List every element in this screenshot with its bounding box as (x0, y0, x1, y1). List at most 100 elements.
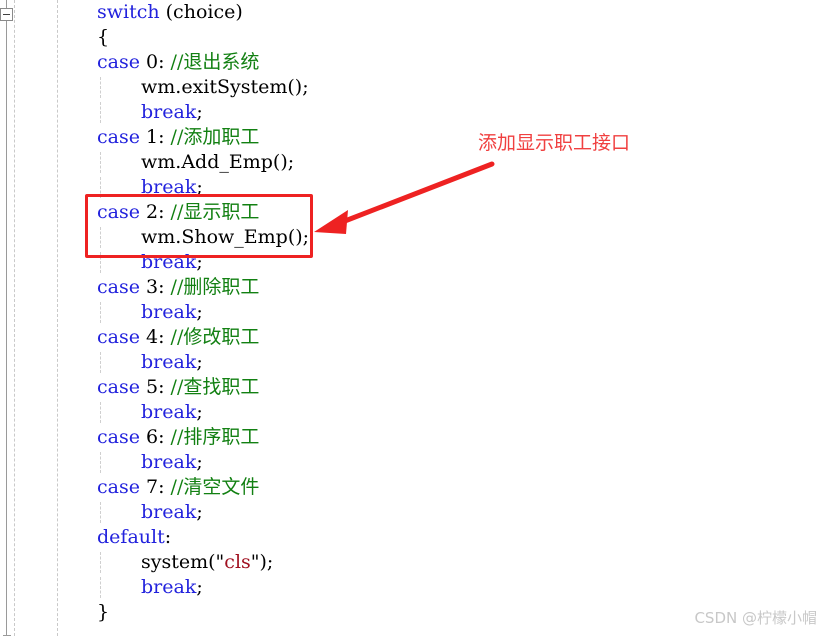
code-token-pl: wm.Show_Emp(); (141, 226, 310, 248)
code-token-kw: break (141, 576, 197, 598)
code-token-cmt: //删除职工 (170, 276, 260, 298)
code-token-pl: 4: (139, 326, 171, 348)
code-token-pl: wm.Add_Emp(); (141, 151, 295, 173)
code-token-kw: break (141, 101, 197, 123)
fold-rail (6, 0, 7, 636)
code-line[interactable]: case 7: //清空文件 (97, 475, 309, 500)
code-token-pl: 1: (139, 126, 171, 148)
code-line[interactable]: break; (97, 575, 309, 600)
code-token-pl: { (97, 26, 110, 48)
indent-guide-stub (100, 552, 101, 573)
code-token-pl: system(" (141, 551, 225, 573)
code-body[interactable]: switch (choice){case 0: //退出系统 wm.exitSy… (97, 0, 309, 625)
code-token-pl: 3: (139, 276, 171, 298)
code-line[interactable]: wm.Show_Emp(); (97, 225, 309, 250)
code-token-cmt: //清空文件 (170, 476, 260, 498)
code-line[interactable]: } (97, 600, 309, 625)
code-token-kw: case (97, 426, 140, 448)
code-token-kw: break (141, 176, 197, 198)
code-line[interactable]: case 4: //修改职工 (97, 325, 309, 350)
code-token-pl: (choice) (159, 1, 243, 23)
code-token-pl: 7: (139, 476, 171, 498)
code-line[interactable]: wm.Add_Emp(); (97, 150, 309, 175)
code-token-pl: ; (196, 176, 203, 198)
red-arrow-icon (314, 161, 495, 234)
code-line[interactable]: case 2: //显示职工 (97, 200, 309, 225)
code-screenshot: switch (choice){case 0: //退出系统 wm.exitSy… (0, 0, 829, 636)
code-token-kw: case (97, 326, 140, 348)
indent-guide-stub (100, 102, 101, 123)
code-line[interactable]: default: (97, 525, 309, 550)
code-line[interactable]: break; (97, 300, 309, 325)
code-token-pl: 2: (139, 201, 171, 223)
code-line[interactable]: break; (97, 350, 309, 375)
code-token-kw: break (141, 451, 197, 473)
code-token-pl: ; (196, 351, 203, 373)
code-line[interactable]: break; (97, 175, 309, 200)
code-token-kw: case (97, 51, 140, 73)
code-token-cmt: //查找职工 (170, 376, 260, 398)
code-token-kw: default (97, 526, 165, 548)
code-token-cmt: //退出系统 (170, 51, 260, 73)
code-token-kw: break (141, 351, 197, 373)
code-line[interactable]: case 0: //退出系统 (97, 50, 309, 75)
code-line[interactable]: { (97, 25, 309, 50)
code-line[interactable]: break; (97, 400, 309, 425)
code-token-cmt: //排序职工 (170, 426, 260, 448)
code-token-pl: ; (196, 401, 203, 423)
code-token-kw: break (141, 401, 197, 423)
code-line[interactable]: case 3: //删除职工 (97, 275, 309, 300)
code-line[interactable]: break; (97, 250, 309, 275)
code-token-pl: ; (196, 101, 203, 123)
code-token-pl: ; (196, 576, 203, 598)
code-line[interactable]: system("cls"); (97, 550, 309, 575)
code-token-str: cls (224, 551, 251, 573)
code-token-pl: } (97, 601, 110, 623)
indent-guide-stub (100, 502, 101, 523)
code-line[interactable]: break; (97, 500, 309, 525)
annotation-label: 添加显示职工接口 (478, 132, 631, 154)
watermark: CSDN @柠檬小帽 (694, 609, 817, 627)
code-token-pl: : (164, 526, 172, 548)
code-token-pl: wm.exitSystem(); (141, 76, 309, 98)
code-token-pl: ; (196, 251, 203, 273)
indent-guide-stub (100, 452, 101, 473)
code-token-pl: "); (250, 551, 274, 573)
indent-guide-2 (57, 0, 58, 636)
code-token-pl: 5: (139, 376, 171, 398)
indent-guide-stub (100, 577, 101, 598)
code-token-kw: switch (97, 1, 160, 23)
code-line[interactable]: break; (97, 450, 309, 475)
indent-guide-stub (100, 352, 101, 373)
code-line[interactable]: switch (choice) (97, 0, 309, 25)
code-line[interactable]: case 6: //排序职工 (97, 425, 309, 450)
code-line[interactable]: break; (97, 100, 309, 125)
code-token-kw: case (97, 201, 140, 223)
indent-guide-stub (100, 302, 101, 323)
code-token-cmt: //显示职工 (170, 201, 260, 223)
code-token-pl: ; (196, 451, 203, 473)
code-token-kw: case (97, 276, 140, 298)
code-line[interactable]: wm.exitSystem(); (97, 75, 309, 100)
indent-guide-stub (100, 227, 101, 248)
code-line[interactable]: case 5: //查找职工 (97, 375, 309, 400)
code-line[interactable]: case 1: //添加职工 (97, 125, 309, 150)
collapse-minus-box-icon[interactable] (0, 8, 13, 21)
code-token-kw: case (97, 376, 140, 398)
code-token-cmt: //添加职工 (170, 126, 260, 148)
indent-guide-stub (100, 252, 101, 273)
code-token-cmt: //修改职工 (170, 326, 260, 348)
code-token-pl: ; (196, 501, 203, 523)
